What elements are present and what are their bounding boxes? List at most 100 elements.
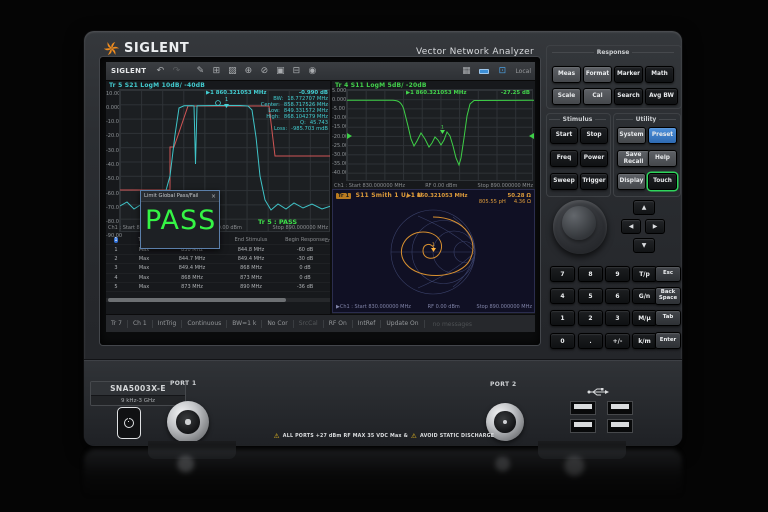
close-icon[interactable]: × bbox=[211, 193, 216, 200]
cal-button[interactable]: Cal bbox=[583, 88, 612, 105]
table-row[interactable]: 4Max868 MHz873 MHz0 dB bbox=[106, 274, 330, 283]
key-0[interactable]: 0 bbox=[550, 333, 575, 349]
start-button[interactable]: Start bbox=[550, 127, 578, 144]
key-4[interactable]: 4 bbox=[550, 288, 575, 304]
display-button[interactable]: Display bbox=[617, 173, 646, 190]
esc-key[interactable]: Esc bbox=[655, 266, 681, 282]
stop-button[interactable]: Stop bbox=[580, 127, 608, 144]
tr1-rf: RF 0.00 dBm bbox=[428, 304, 460, 310]
layout-icon[interactable]: ▦ bbox=[458, 66, 474, 76]
annotate-icon[interactable]: ✎ bbox=[192, 66, 208, 76]
key-2[interactable]: 2 bbox=[578, 310, 603, 326]
sweep-button[interactable]: Sweep bbox=[550, 173, 578, 190]
avg-bw-button[interactable]: Avg BW bbox=[645, 88, 678, 105]
camera-icon[interactable]: ◉ bbox=[304, 66, 320, 76]
tr4-y-axis: 5.000 0.000 -5.00 -10.00 -15.00 -20.00 -… bbox=[332, 87, 345, 179]
key-plus-minus[interactable]: +/- bbox=[605, 333, 630, 349]
format-button[interactable]: Format bbox=[583, 66, 612, 83]
table-reflection bbox=[84, 449, 682, 509]
enter-key[interactable]: Enter bbox=[655, 332, 681, 349]
add-window-icon[interactable]: ⊞ bbox=[208, 66, 224, 76]
status-bar: Tr 7 Ch 1 IntTrig Continuous BW=1 k No C… bbox=[106, 314, 535, 332]
table-scrollbar-thumb[interactable] bbox=[108, 298, 286, 302]
scale-button[interactable]: Scale bbox=[552, 88, 581, 105]
key-3[interactable]: 3 bbox=[605, 310, 630, 326]
readout-label: Loss: bbox=[274, 126, 287, 132]
window-titlebar[interactable]: Limit Global Pass/Fail × bbox=[141, 191, 219, 202]
backspace-key[interactable]: Back Space bbox=[655, 287, 681, 305]
status-reference: IntRef bbox=[353, 320, 382, 328]
math-button[interactable]: Math bbox=[645, 66, 674, 83]
delete-icon[interactable]: ⊘ bbox=[256, 66, 272, 76]
preset-button[interactable]: Preset bbox=[648, 127, 677, 144]
window-title: Limit Global Pass/Fail bbox=[144, 193, 199, 199]
table-row[interactable]: 5Max873 MHz890 MHz-36 dB bbox=[106, 283, 330, 292]
port1-connector bbox=[167, 401, 209, 443]
status-rf-output[interactable]: RF On bbox=[324, 320, 353, 328]
status-if-bandwidth[interactable]: BW=1 k bbox=[227, 320, 262, 328]
knob-dome bbox=[562, 206, 596, 240]
touch-button[interactable]: Touch bbox=[648, 173, 677, 190]
key-decimal[interactable]: . bbox=[578, 333, 603, 349]
key-kilo-milli[interactable]: k/m bbox=[632, 333, 657, 349]
table-row[interactable]: 2Max844.7 MHz849.4 MHz-30 dB bbox=[106, 255, 330, 264]
brand-logo: SIGLENT bbox=[104, 41, 189, 56]
redo-icon[interactable]: ↷ bbox=[168, 66, 184, 76]
status-trigger-source[interactable]: IntTrig bbox=[153, 320, 183, 328]
freq-button[interactable]: Freq bbox=[550, 150, 578, 167]
usb-port bbox=[570, 401, 596, 415]
pass-result: PASS bbox=[141, 202, 219, 240]
save-icon[interactable]: ▣ bbox=[272, 66, 288, 76]
col-header-begin-response: Begin Response bbox=[280, 237, 330, 243]
key-giga-nano[interactable]: G/n bbox=[632, 288, 657, 304]
status-update[interactable]: Update On bbox=[381, 320, 424, 328]
table-row[interactable]: 3Max849.4 MHz868 MHz0 dB bbox=[106, 264, 330, 273]
warning-strip: ⚠ ALL PORTS +27 dBm RF MAX 35 VDC Max & … bbox=[234, 432, 534, 440]
arrow-up-key[interactable]: ▲ bbox=[633, 200, 655, 215]
print-icon[interactable]: ⊟ bbox=[288, 66, 304, 76]
save-recall-button[interactable]: Save Recall bbox=[617, 150, 650, 167]
row-number-header[interactable]: 1 bbox=[114, 237, 117, 243]
meas-button[interactable]: Meas bbox=[552, 66, 581, 83]
key-tera-pico[interactable]: T/p bbox=[632, 266, 657, 282]
tr5-header[interactable]: Tr 5 S21 LogM 10dB/ -40dB bbox=[109, 82, 205, 89]
tr5-marker-readout: ▶1 860.321053 MHz -0.990 dB BW:18.772707… bbox=[206, 90, 328, 132]
search-button[interactable]: Search bbox=[614, 88, 643, 105]
tr4-plot: 1 bbox=[346, 89, 533, 181]
undo-icon[interactable]: ↶ bbox=[152, 66, 168, 76]
readout-value: -985.703 mdB bbox=[291, 126, 328, 132]
tr4-marker-readout: ▶1 860.321053 MHz -27.25 dB bbox=[406, 90, 530, 96]
device-title: Vector Network Analyzer bbox=[334, 47, 534, 57]
help-button[interactable]: Help bbox=[648, 150, 677, 167]
key-1[interactable]: 1 bbox=[550, 310, 575, 326]
arrow-down-key[interactable]: ▼ bbox=[633, 238, 655, 253]
key-9[interactable]: 9 bbox=[605, 266, 630, 282]
key-mega-micro[interactable]: M/μ bbox=[632, 310, 657, 326]
power-button[interactable] bbox=[117, 407, 141, 439]
power-button[interactable]: Power bbox=[580, 150, 608, 167]
status-sweep-mode[interactable]: Continuous bbox=[182, 320, 227, 328]
limit-passfail-window[interactable]: Limit Global Pass/Fail × PASS bbox=[140, 190, 220, 249]
arrow-right-key[interactable]: ▶ bbox=[645, 219, 665, 234]
key-6[interactable]: 6 bbox=[605, 288, 630, 304]
trigger-button[interactable]: Trigger bbox=[580, 173, 608, 190]
touch-cursor-icon[interactable]: ⊕ bbox=[240, 66, 256, 76]
tr4-header[interactable]: Tr 4 S11 LogM 5dB/ -20dB bbox=[335, 82, 427, 89]
key-8[interactable]: 8 bbox=[578, 266, 603, 282]
arrow-left-key[interactable]: ◀ bbox=[621, 219, 641, 234]
image-icon[interactable]: ▨ bbox=[224, 66, 240, 76]
local-status[interactable]: Local bbox=[515, 68, 531, 75]
rotary-knob[interactable] bbox=[553, 200, 607, 254]
siglent-pinwheel-icon bbox=[104, 41, 119, 56]
smith-chart: 1 bbox=[333, 204, 534, 304]
marker-button[interactable]: Marker bbox=[614, 66, 643, 83]
svg-text:1: 1 bbox=[441, 125, 444, 131]
key-5[interactable]: 5 bbox=[578, 288, 603, 304]
esd-warning-icon: ⚠ bbox=[411, 432, 417, 440]
system-button[interactable]: System bbox=[617, 127, 646, 144]
instrument-body: SIGLENT Vector Network Analyzer SIGLENT … bbox=[84, 31, 682, 445]
tr4-marker-value: -27.25 dB bbox=[501, 90, 530, 96]
tab-key[interactable]: Tab bbox=[655, 310, 681, 326]
key-7[interactable]: 7 bbox=[550, 266, 575, 282]
tr1-smith-panel[interactable]: Tr 1 S11 Smith 1 U/ 1 U ▶1 860.321053 MH… bbox=[332, 189, 535, 313]
